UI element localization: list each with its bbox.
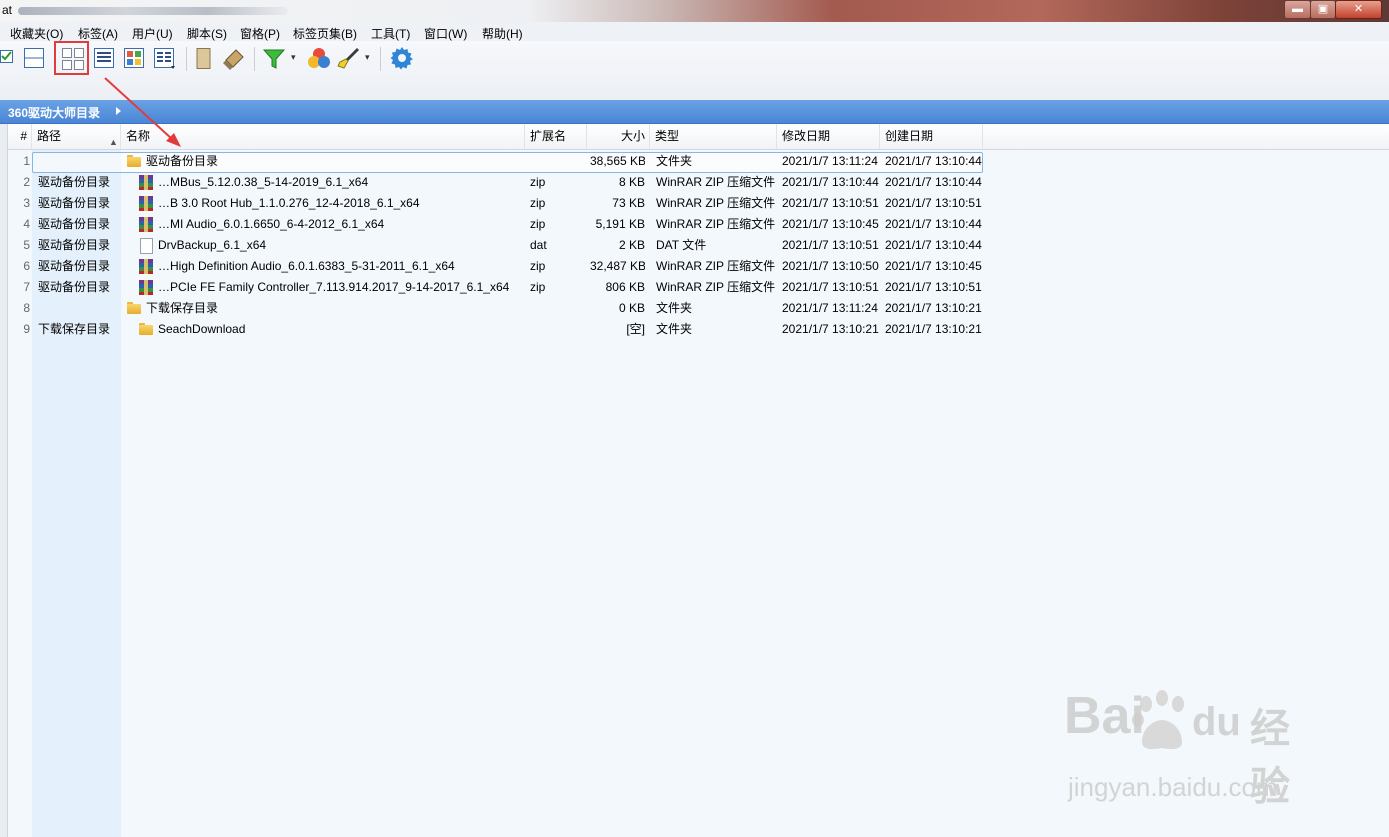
watermark-url: jingyan.baidu.com	[1068, 772, 1278, 802]
watermark-brand2: du	[1192, 700, 1241, 744]
watermark-brand: Bai	[1064, 687, 1145, 745]
